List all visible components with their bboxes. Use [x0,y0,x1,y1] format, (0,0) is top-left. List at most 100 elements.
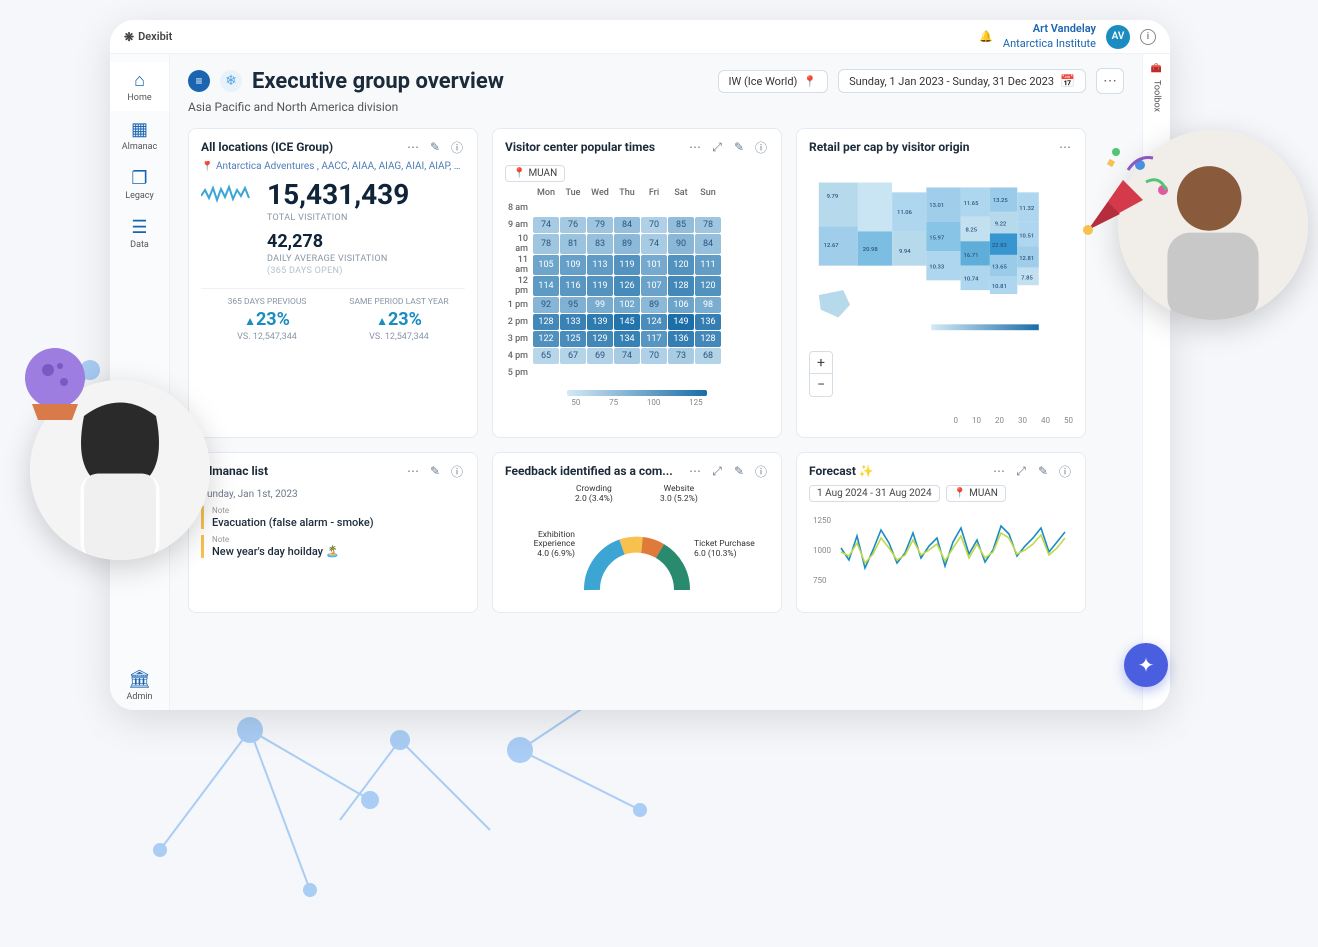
calendar-icon: ▦ [131,119,148,140]
zoom-controls: + − [809,351,833,397]
sidebar-label: Home [127,93,151,103]
info-icon[interactable]: ⓘ [1057,463,1073,479]
svg-text:1250: 1250 [813,516,831,525]
svg-text:13.25: 13.25 [993,198,1009,204]
info-icon[interactable]: ⓘ [449,139,465,155]
svg-text:7.85: 7.85 [1021,275,1033,281]
user-org: Antarctica Institute [1003,37,1096,51]
page-header: ≡ ❄ Executive group overview IW (Ice Wor… [188,68,1124,94]
page-more-button[interactable]: ⋯ [1096,68,1124,94]
info-icon[interactable]: ⓘ [753,139,769,155]
days-open: (365 DAYS OPEN) [267,266,465,276]
svg-text:13.01: 13.01 [929,203,944,209]
svg-text:10.33: 10.33 [929,265,944,271]
daily-avg: 42,278 [267,231,465,252]
pct-change: ▲23% [333,309,465,330]
sidebar-label: Data [130,240,149,250]
sidebar-label: Admin [127,692,153,702]
svg-text:11.06: 11.06 [897,210,913,216]
pin-icon: 📍 [803,75,817,88]
more-icon[interactable]: ⋯ [991,463,1007,479]
card-title: Almanac list [201,464,399,478]
card-grid: All locations (ICE Group) ⋯ ✎ ⓘ 📍 Antarc… [188,128,1124,613]
expand-icon[interactable]: ⤢ [709,139,725,155]
brand: ❋ Dexibit [124,30,172,44]
svg-text:10.81: 10.81 [992,284,1007,290]
us-choropleth[interactable]: 9.79 12.67 20.98 11.06 9.94 13.01 15.97 … [809,161,1073,341]
brand-icon: ❋ [124,30,134,44]
sparkline [201,178,251,208]
zoom-out-button[interactable]: − [810,374,832,396]
date-range-selector[interactable]: Sunday, 1 Jan 2023 - Sunday, 31 Dec 2023… [838,69,1086,93]
toolbox-label: Toolbox [1152,80,1162,112]
sidebar-item-legacy[interactable]: ❐ Legacy [110,160,169,209]
app-frame: ❋ Dexibit 🔔 Art Vandelay Antarctica Inst… [110,20,1170,710]
edit-icon[interactable]: ✎ [1035,463,1051,479]
map-legend-ticks: 01020304050 [954,416,1074,425]
topbar: ❋ Dexibit 🔔 Art Vandelay Antarctica Inst… [110,20,1170,54]
bell-icon[interactable]: 🔔 [979,30,993,43]
edit-icon[interactable]: ✎ [427,463,443,479]
calendar-icon: 📅 [1060,74,1075,88]
sidebar-item-data[interactable]: ☰ Data [110,209,169,258]
svg-text:11.32: 11.32 [1019,206,1035,212]
svg-text:16.71: 16.71 [963,253,978,259]
svg-text:12.67: 12.67 [824,243,840,249]
sidebar-item-almanac[interactable]: ▦ Almanac [110,111,169,160]
more-icon[interactable]: ⋯ [405,463,421,479]
svg-text:9.79: 9.79 [827,194,839,200]
location-tag[interactable]: 📍 MUAN [505,165,565,182]
fab-button[interactable]: ✦ [1124,643,1168,687]
heatmap-legend [567,390,707,396]
forecast-range[interactable]: 1 Aug 2024 - 31 Aug 2024 [809,485,940,502]
sidebar-item-admin[interactable]: 🏛 Admin [110,661,169,710]
card-title: Retail per cap by visitor origin [809,140,1051,154]
card-title: All locations (ICE Group) [201,140,399,154]
card-forecast: Forecast ✨ ⋯ ⤢ ✎ ⓘ 1 Aug 2024 - 31 Aug 2… [796,452,1086,613]
more-icon[interactable]: ⋯ [405,139,421,155]
svg-text:8.25: 8.25 [965,227,977,233]
more-icon[interactable]: ⋯ [687,463,703,479]
almanac-note[interactable]: NoteEvacuation (false alarm - smoke) [201,506,465,529]
user-name: Art Vandelay [1003,22,1096,36]
user-block[interactable]: 🔔 Art Vandelay Antarctica Institute AV i [979,22,1156,51]
svg-text:13.65: 13.65 [992,265,1008,271]
snowflake-icon: ❄ [220,70,242,92]
sidebar-label: Almanac [122,142,157,152]
card-retail-origin: Retail per cap by visitor origin ⋯ 9.79 … [796,128,1086,438]
location-selector[interactable]: IW (Ice World) 📍 [718,70,829,93]
donut-label: Exhibition Experience4.0 (6.9%) [505,531,575,560]
zoom-in-button[interactable]: + [810,352,832,374]
sidebar-item-home[interactable]: ⌂ Home [110,62,169,111]
info-icon[interactable]: ⓘ [753,463,769,479]
svg-text:20.98: 20.98 [863,247,879,253]
total-visitation: 15,431,439 [267,178,465,211]
svg-text:9.22: 9.22 [995,222,1007,228]
svg-text:1000: 1000 [813,546,831,555]
edit-icon[interactable]: ✎ [427,139,443,155]
edit-icon[interactable]: ✎ [731,463,747,479]
donut-label: Ticket Purchase6.0 (10.3%) [694,540,769,560]
menu-toggle[interactable]: ≡ [188,70,210,92]
database-icon: ☰ [131,217,147,238]
more-icon[interactable]: ⋯ [687,139,703,155]
forecast-location[interactable]: 📍 MUAN [946,485,1006,502]
help-icon[interactable]: i [1140,29,1156,45]
expand-icon[interactable]: ⤢ [709,463,725,479]
party-popper-icon [1068,140,1178,250]
almanac-note[interactable]: NoteNew year's day hoilday 🏝️ [201,535,465,558]
locations-subline: 📍 Antarctica Adventures , AACC, AIAA, AI… [201,161,465,172]
compare-row: 365 DAYS PREVIOUS ▲23% VS. 12,547,344 SA… [201,288,465,342]
expand-icon[interactable]: ⤢ [1013,463,1029,479]
toolbox-icon: 🧰 [1151,64,1162,74]
svg-text:750: 750 [813,576,827,585]
forecast-chart: 1250 1000 750 [809,508,1073,598]
svg-text:15.97: 15.97 [929,235,945,241]
user-avatar[interactable]: AV [1106,25,1130,49]
donut-label: Crowding2.0 (3.4%) [575,485,613,505]
home-icon: ⌂ [134,70,145,91]
heatmap: MonTueWedThuFriSatSun8 am9 am74767984708… [505,186,769,407]
info-icon[interactable]: ⓘ [449,463,465,479]
card-title: Feedback identified as a com... [505,464,681,478]
edit-icon[interactable]: ✎ [731,139,747,155]
